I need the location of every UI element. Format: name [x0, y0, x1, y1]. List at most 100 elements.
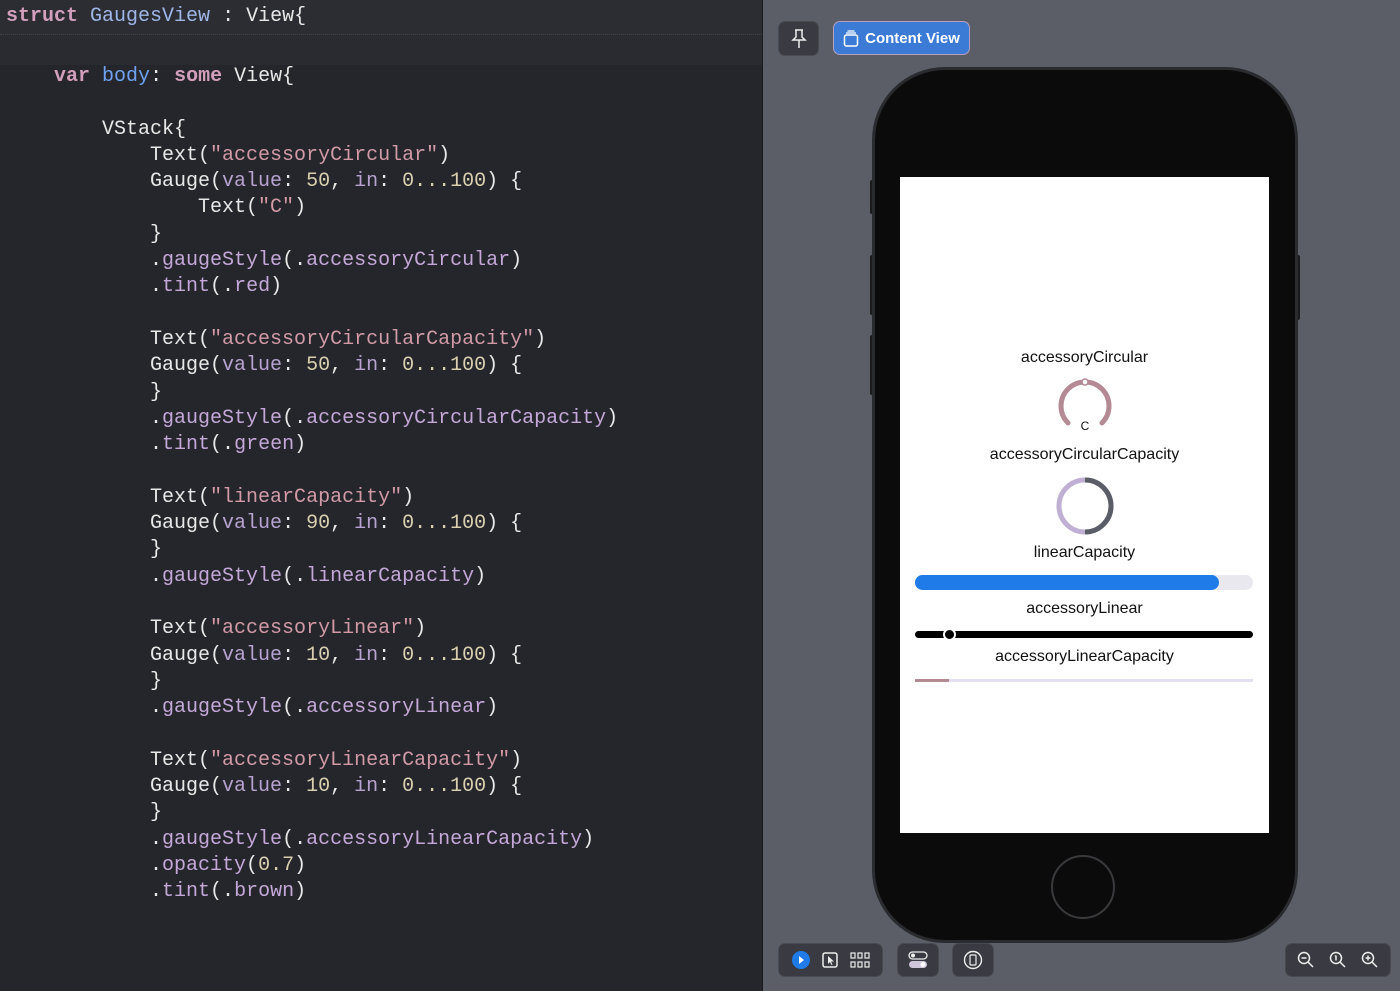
- code-token-mod: brown: [234, 880, 295, 904]
- content-view-label: Content View: [865, 29, 960, 47]
- code-token-plain: (.: [282, 696, 307, 720]
- code-token-num: 10: [306, 643, 331, 667]
- code-line: }: [6, 537, 618, 563]
- code-token-plain: :: [378, 512, 403, 536]
- code-token-plain: .: [6, 249, 163, 273]
- code-line: Gauge(value: 10, in: 0...100) {: [6, 774, 618, 800]
- pin-preview-button[interactable]: [778, 21, 819, 56]
- code-token-plain: ): [294, 853, 307, 877]
- code-token-mod: opacity: [162, 853, 247, 877]
- code-token-plain: ): [582, 827, 595, 851]
- code-line: .tint(.brown): [6, 879, 618, 905]
- code-token-plain: ): [438, 143, 451, 167]
- code-token-plain: (: [246, 853, 259, 877]
- code-token-plain: .: [6, 275, 163, 299]
- code-token-num: 90: [306, 512, 331, 536]
- code-token-plain: ,: [330, 354, 355, 378]
- preview-mode-group: [778, 943, 883, 977]
- code-token-plain: (.: [210, 880, 235, 904]
- code-token-param: value: [222, 170, 283, 194]
- code-token-num: 0...100: [402, 643, 487, 667]
- code-token-plain: }: [6, 222, 163, 246]
- code-line: .gaugeStyle(.accessoryLinear): [6, 695, 618, 721]
- code-token-type: GaugesView: [90, 5, 211, 28]
- code-line: Text("C"): [6, 195, 618, 221]
- code-token-str: "accessoryLinear": [210, 617, 415, 641]
- code-token-plain: ): [486, 696, 499, 720]
- code-token-num: 0.7: [258, 853, 295, 877]
- code-token-param: in: [354, 512, 379, 536]
- code-line: Gauge(value: 10, in: 0...100) {: [6, 643, 618, 669]
- selectable-icon[interactable]: [821, 952, 838, 968]
- code-token-plain: Gauge(: [6, 354, 223, 378]
- code-token-plain: :: [378, 170, 403, 194]
- code-token-plain: :: [282, 643, 307, 667]
- gauge-fill: [915, 679, 949, 682]
- code-line: }: [6, 800, 618, 826]
- linear-capacity-gauge: [915, 575, 1253, 590]
- code-token-mod: accessoryCircularCapacity: [306, 406, 607, 430]
- code-token-num: 0...100: [402, 170, 487, 194]
- code-token-str: "accessoryCircularCapacity": [210, 327, 535, 351]
- content-view-button[interactable]: Content View: [833, 21, 970, 55]
- zoom-actual-icon[interactable]: [1329, 951, 1347, 969]
- code-token-plain: :: [378, 643, 403, 667]
- gauge-current-value-label: C: [1081, 419, 1090, 433]
- code-token-mod: tint: [162, 275, 211, 299]
- gauge-indicator: [942, 628, 956, 641]
- code-token-plain: ): [294, 880, 307, 904]
- accessory-linear-capacity-gauge: [915, 679, 1253, 682]
- code-token-plain: (.: [282, 249, 307, 273]
- live-preview-icon[interactable]: [791, 951, 810, 969]
- accessory-linear-label: accessoryLinear: [1026, 600, 1143, 617]
- code-token-plain: :: [282, 775, 307, 799]
- code-token-plain: (.: [282, 564, 307, 588]
- code-editor[interactable]: struct GaugesView : View{ var body: some…: [0, 0, 763, 991]
- code-token-plain: Text(: [6, 327, 211, 351]
- code-line: VStack{: [6, 117, 618, 143]
- zoom-controls: [1285, 943, 1391, 977]
- code-token-plain: :: [282, 512, 307, 536]
- code-line: .tint(.green): [6, 432, 618, 458]
- current-line-highlight: [0, 35, 762, 65]
- accessory-circular-capacity-label: accessoryCircularCapacity: [989, 446, 1180, 463]
- code-token-mod: gaugeStyle: [162, 827, 283, 851]
- code-token-mod: green: [234, 433, 295, 457]
- code-token-plain: ): [294, 433, 307, 457]
- device-settings-icon: [908, 951, 928, 968]
- device-settings-button[interactable]: [897, 943, 939, 977]
- code-token-plain: Gauge(: [6, 643, 223, 667]
- gauge-fill: [1084, 477, 1114, 535]
- code-token-plain: }: [6, 380, 163, 404]
- code-token-plain: Text(: [6, 196, 259, 220]
- code-token-plain: ): [510, 748, 523, 772]
- code-lines[interactable]: var body: some View{ VStack{ Text("acces…: [6, 64, 618, 906]
- code-token-plain: .: [6, 880, 163, 904]
- gauge-arc: [1058, 379, 1112, 426]
- code-token-param: value: [222, 354, 283, 378]
- code-line: .opacity(0.7): [6, 853, 618, 879]
- code-token-plain: Gauge(: [6, 170, 223, 194]
- code-token-plain: VStack{: [6, 117, 187, 141]
- code-token-param: value: [222, 512, 283, 536]
- zoom-out-icon[interactable]: [1297, 951, 1315, 969]
- code-token-param: in: [354, 775, 379, 799]
- code-token-plain: .: [6, 696, 163, 720]
- variants-grid-icon[interactable]: [849, 952, 870, 968]
- sticky-code-line: struct GaugesView : View{: [6, 5, 306, 28]
- code-token-mod: accessoryLinearCapacity: [306, 827, 583, 851]
- zoom-in-icon[interactable]: [1361, 951, 1379, 969]
- accessory-circular-gauge: C: [1058, 378, 1112, 433]
- code-token-num: 10: [306, 775, 331, 799]
- code-token-num: 50: [306, 354, 331, 378]
- code-line: Text("accessoryCircularCapacity"): [6, 327, 618, 353]
- code-line: }: [6, 380, 618, 406]
- code-token-str: "accessoryLinearCapacity": [210, 748, 511, 772]
- code-line: }: [6, 222, 618, 248]
- code-token-plain: ) {: [486, 512, 523, 536]
- device-button[interactable]: [952, 943, 994, 977]
- code-token-num: 50: [306, 170, 331, 194]
